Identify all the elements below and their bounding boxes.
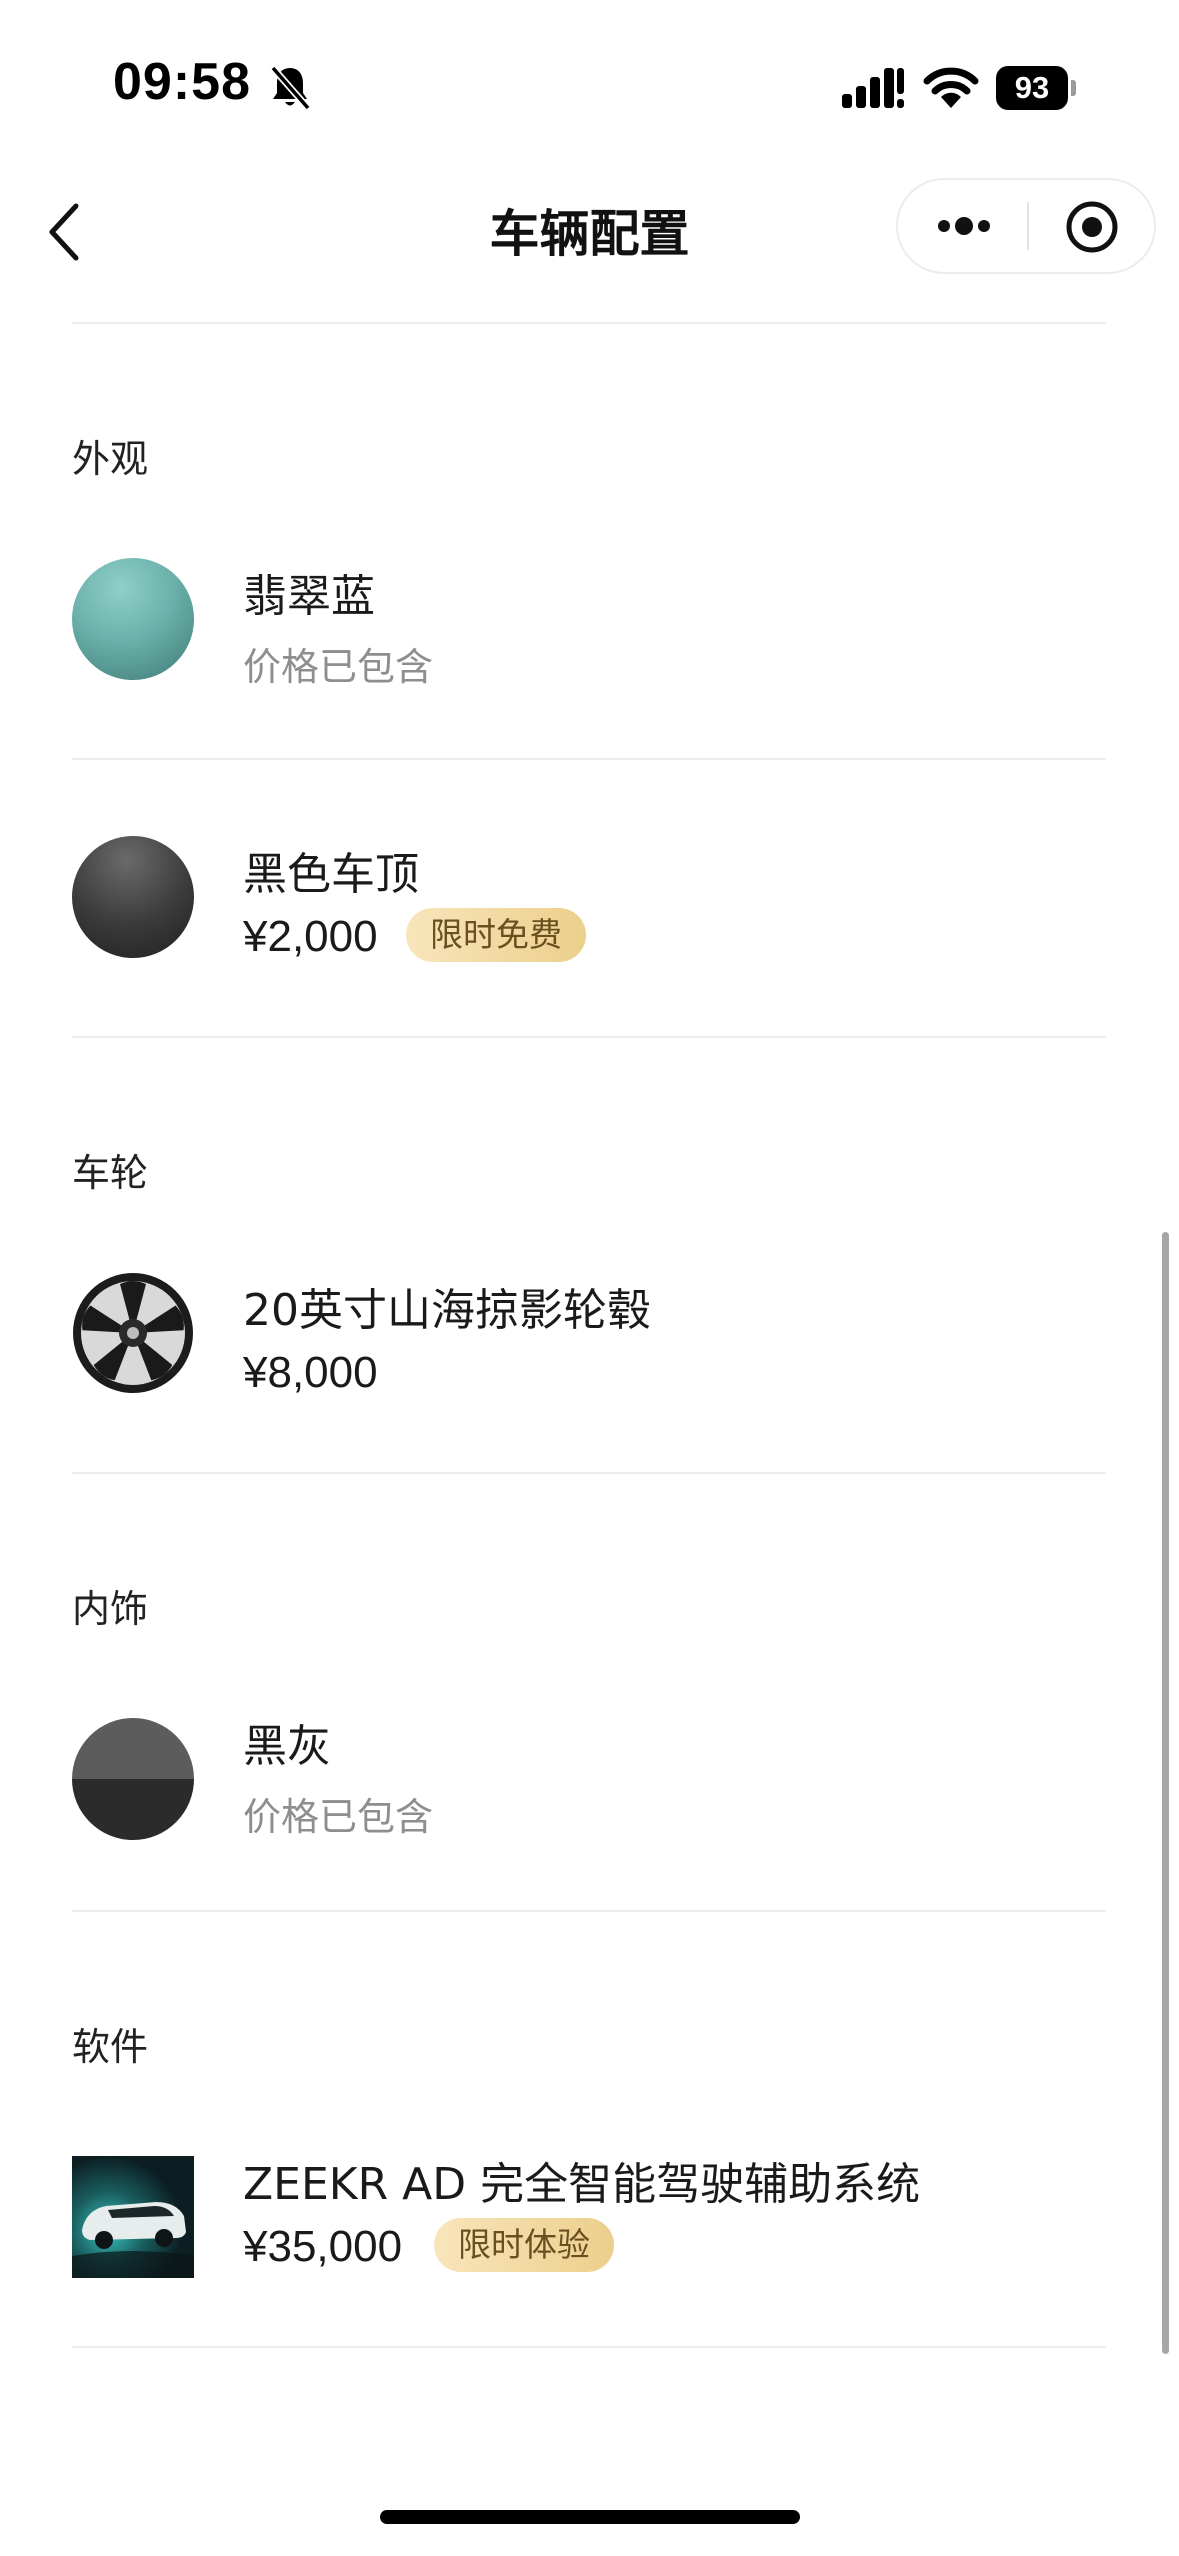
color-swatch-black-gray xyxy=(72,1718,194,1840)
section-title-exterior: 外观 xyxy=(72,437,149,481)
option-price: 价格已包含 xyxy=(243,1795,434,1839)
divider xyxy=(72,1472,1106,1474)
status-time: 09:58 xyxy=(113,53,251,111)
option-item-wheel[interactable]: 20英寸山海掠影轮毂 ¥8,000 xyxy=(0,1254,1179,1474)
scrollbar[interactable] xyxy=(1162,1232,1169,2354)
option-price: ¥2,000 xyxy=(243,912,378,961)
battery-level: 93 xyxy=(1014,70,1050,105)
option-price: ¥35,000 xyxy=(243,2222,403,2271)
option-item-black-gray[interactable]: 黑灰 价格已包含 xyxy=(0,1690,1179,1910)
divider xyxy=(72,2346,1106,2348)
promo-badge: 限时免费 xyxy=(406,908,586,962)
mini-program-capsule xyxy=(896,178,1156,274)
section-title-interior: 内饰 xyxy=(72,1587,149,1631)
option-name: 黑色车顶 xyxy=(243,849,419,900)
battery-icon: 93 xyxy=(996,66,1076,110)
divider xyxy=(72,1036,1106,1038)
section-title-wheels: 车轮 xyxy=(72,1151,149,1195)
option-item-zeekr-ad[interactable]: ZEEKR AD 完全智能驾驶辅助系统 ¥35,000 限时体验 xyxy=(0,2128,1179,2348)
color-swatch-emerald-blue xyxy=(72,558,194,680)
option-name: 翡翠蓝 xyxy=(243,571,375,622)
option-name: 20英寸山海掠影轮毂 xyxy=(243,1285,651,1336)
section-title-software: 软件 xyxy=(72,2025,149,2069)
promo-badge: 限时体验 xyxy=(434,2218,614,2272)
wifi-icon xyxy=(923,67,979,108)
option-name: 黑灰 xyxy=(243,1721,331,1772)
status-bar: 09:58 93 xyxy=(0,0,1179,160)
option-item-emerald-blue[interactable]: 翡翠蓝 价格已包含 xyxy=(0,540,1179,760)
option-item-black-roof[interactable]: 黑色车顶 ¥2,000 限时免费 xyxy=(0,818,1179,1038)
option-price: ¥8,000 xyxy=(243,1348,378,1397)
divider xyxy=(72,322,1106,324)
more-dots-icon xyxy=(938,217,990,235)
more-button[interactable] xyxy=(898,180,1026,272)
wheel-rim-icon xyxy=(73,1273,193,1393)
option-name: ZEEKR AD 完全智能驾驶辅助系统 xyxy=(243,2159,921,2210)
car-thumbnail xyxy=(72,2156,194,2278)
divider xyxy=(72,758,1106,760)
close-button[interactable] xyxy=(1029,180,1155,272)
target-circle-icon xyxy=(1066,201,1118,253)
home-indicator xyxy=(380,2510,800,2524)
color-swatch-black-roof xyxy=(72,836,194,958)
signal-icon xyxy=(842,68,904,108)
nav-bar: 车辆配置 xyxy=(0,160,1179,322)
option-price: 价格已包含 xyxy=(243,645,434,689)
divider xyxy=(72,1910,1106,1912)
bell-slash-icon xyxy=(270,65,311,110)
